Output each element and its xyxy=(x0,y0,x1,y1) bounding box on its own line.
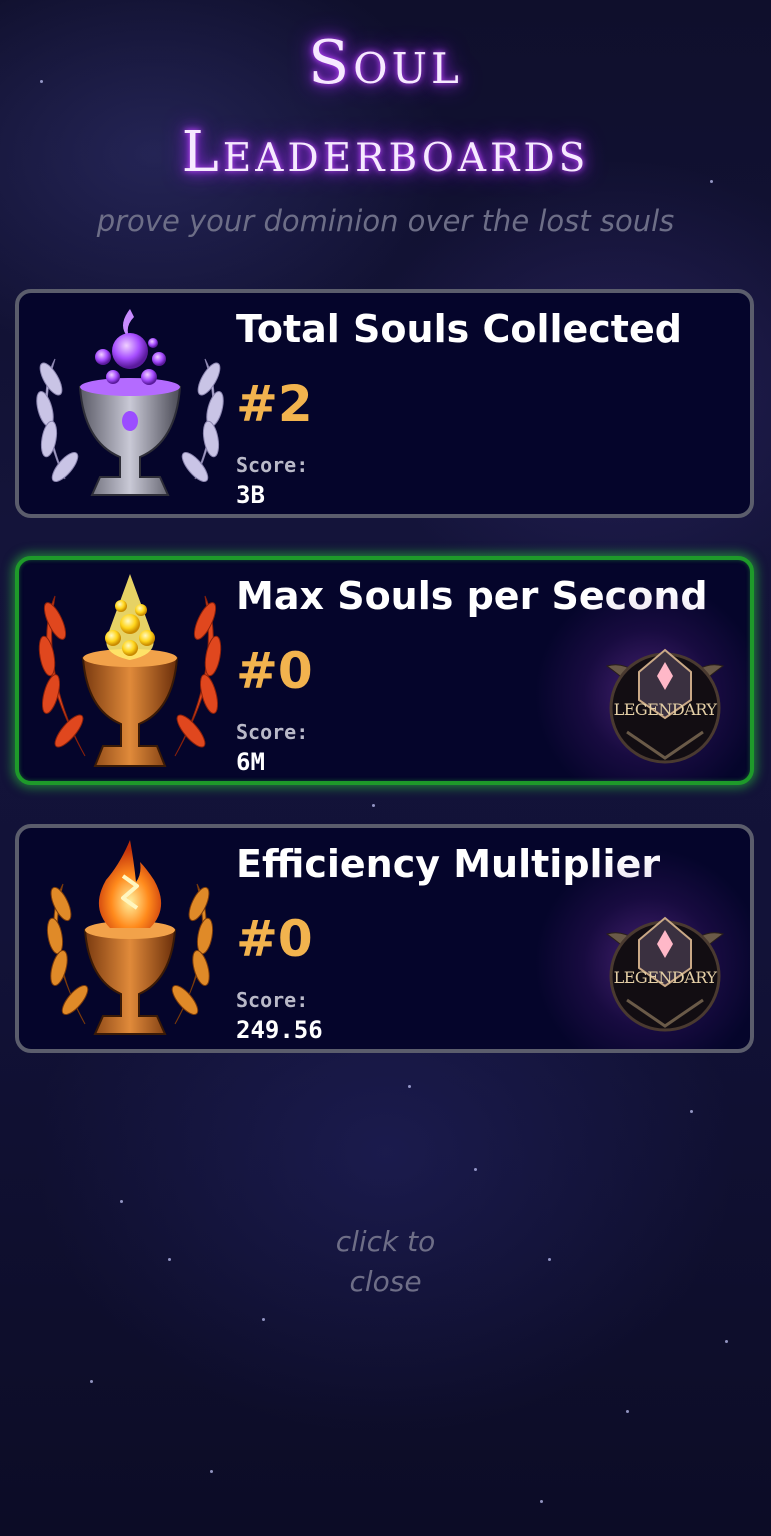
leaderboard-rank: #0 xyxy=(236,642,313,700)
score-label: Score: xyxy=(236,720,309,744)
close-hint-line-1: click to xyxy=(335,1225,436,1258)
page-title-line-1: Soul xyxy=(308,28,463,98)
leaderboard-title: Total Souls Collected xyxy=(236,307,682,351)
leaderboard-card-efficiency-multiplier[interactable]: Efficiency Multiplier #0 Score: 249.56 L… xyxy=(15,824,754,1053)
leaderboard-card-total-souls[interactable]: Total Souls Collected #2 Score: 3B xyxy=(15,289,754,518)
score-label: Score: xyxy=(236,453,309,477)
score-value: 6M xyxy=(236,748,265,776)
badge-label: LEGENDARY xyxy=(613,968,717,987)
close-button[interactable]: click to close xyxy=(0,1222,771,1302)
purple-chalice-laurel-icon xyxy=(36,309,224,496)
rune-fire-chalice-laurel-icon xyxy=(46,840,214,1035)
leaderboard-rank: #0 xyxy=(236,910,313,968)
badge-label: LEGENDARY xyxy=(613,700,717,719)
golden-flame-chalice-laurel-icon xyxy=(38,574,222,767)
score-value: 249.56 xyxy=(236,1016,323,1044)
page-title-line-2: Leaderboards xyxy=(181,120,590,185)
score-value: 3B xyxy=(236,481,265,509)
leaderboard-rank: #2 xyxy=(236,375,313,433)
page-subtitle: prove your dominion over the lost souls xyxy=(96,204,675,238)
score-label: Score: xyxy=(236,988,309,1012)
leaderboard-card-max-souls-per-second[interactable]: Max Souls per Second #0 Score: 6M LEGEND… xyxy=(15,556,754,785)
close-hint-line-2: close xyxy=(349,1265,422,1298)
